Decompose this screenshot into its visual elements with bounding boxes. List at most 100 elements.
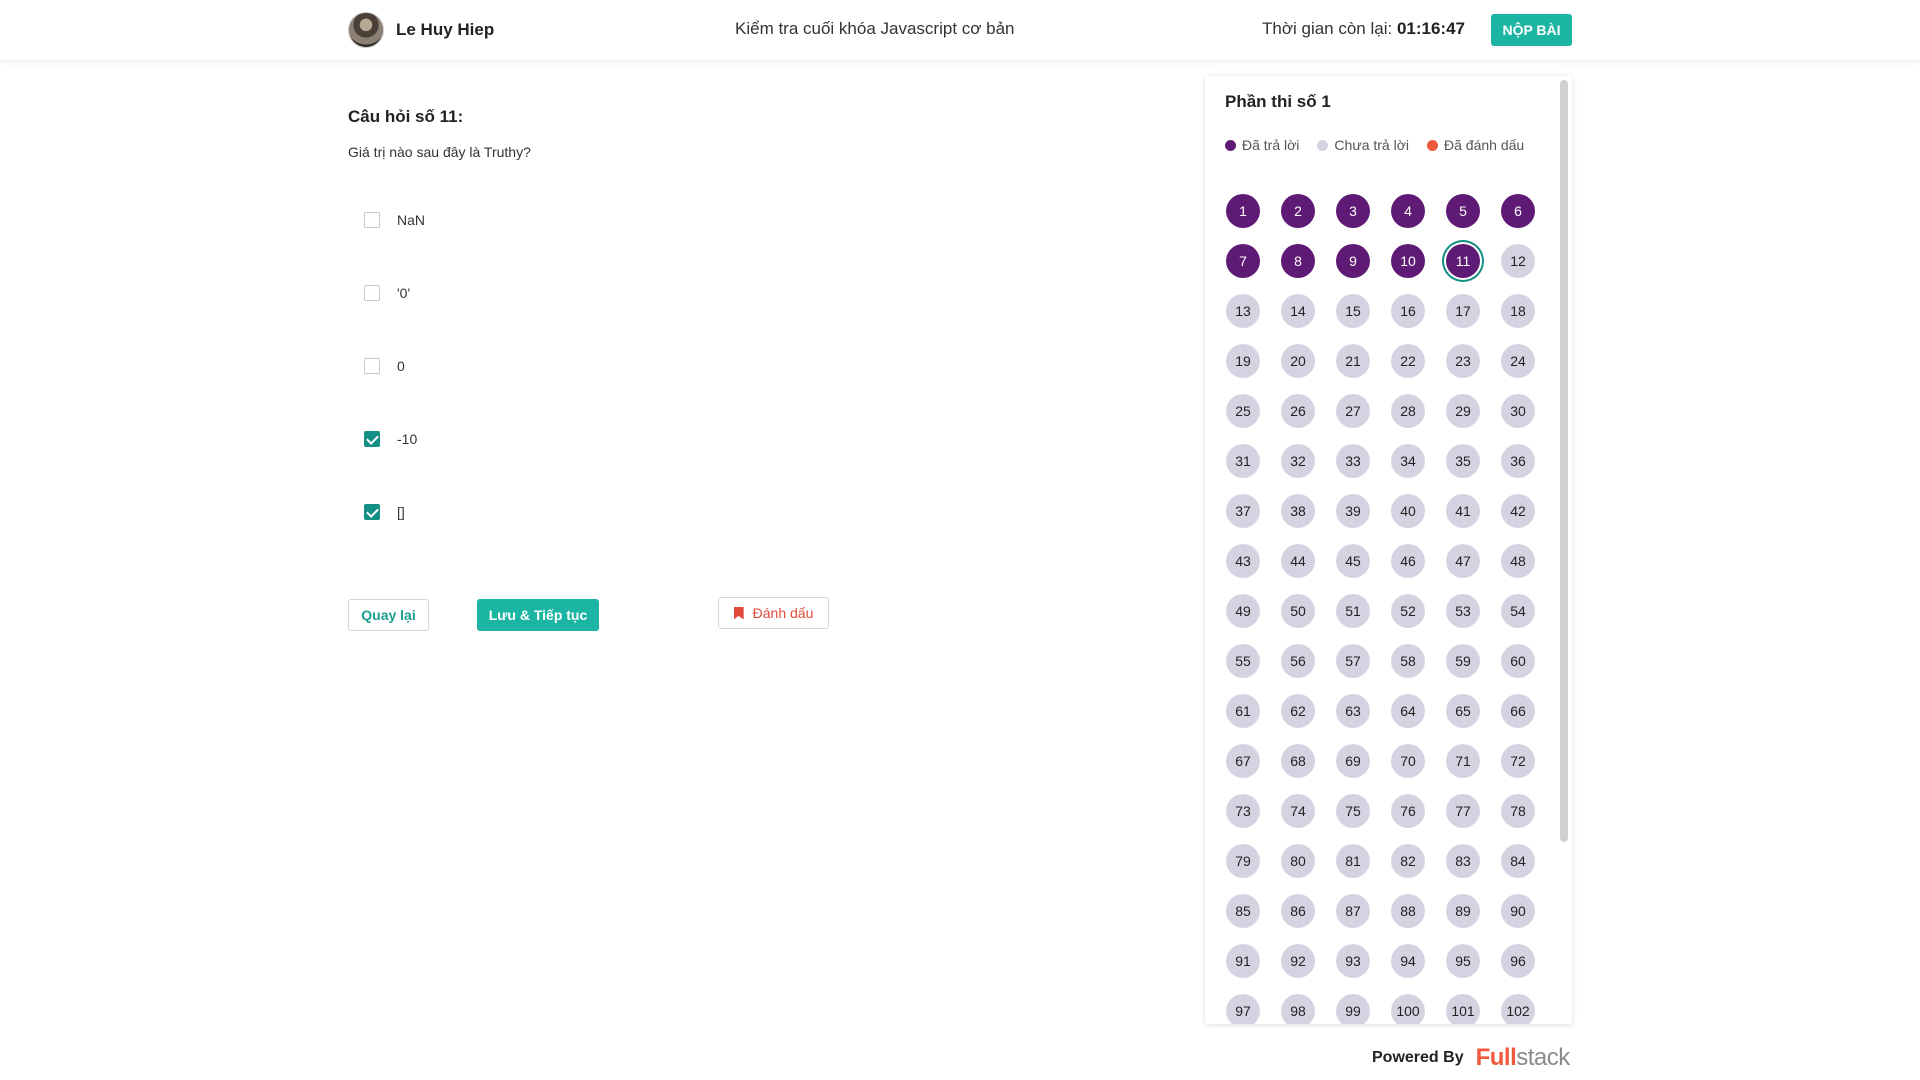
question-number-75[interactable]: 75 [1336, 794, 1370, 828]
question-number-69[interactable]: 69 [1336, 744, 1370, 778]
question-number-5[interactable]: 5 [1446, 194, 1480, 228]
question-number-27[interactable]: 27 [1336, 394, 1370, 428]
question-number-82[interactable]: 82 [1391, 844, 1425, 878]
question-number-57[interactable]: 57 [1336, 644, 1370, 678]
question-number-6[interactable]: 6 [1501, 194, 1535, 228]
save-continue-button[interactable]: Lưu & Tiếp tục [477, 599, 599, 631]
option-item[interactable]: '0' [364, 281, 410, 305]
question-number-55[interactable]: 55 [1226, 644, 1260, 678]
question-number-1[interactable]: 1 [1226, 194, 1260, 228]
question-number-12[interactable]: 12 [1501, 244, 1535, 278]
question-number-35[interactable]: 35 [1446, 444, 1480, 478]
question-number-100[interactable]: 100 [1391, 994, 1425, 1024]
question-number-52[interactable]: 52 [1391, 594, 1425, 628]
question-number-99[interactable]: 99 [1336, 994, 1370, 1024]
question-number-96[interactable]: 96 [1501, 944, 1535, 978]
question-number-23[interactable]: 23 [1446, 344, 1480, 378]
option-checkbox[interactable] [364, 358, 380, 374]
question-number-79[interactable]: 79 [1226, 844, 1260, 878]
question-number-17[interactable]: 17 [1446, 294, 1480, 328]
question-number-39[interactable]: 39 [1336, 494, 1370, 528]
question-number-72[interactable]: 72 [1501, 744, 1535, 778]
question-number-68[interactable]: 68 [1281, 744, 1315, 778]
option-item[interactable]: NaN [364, 208, 425, 232]
question-number-98[interactable]: 98 [1281, 994, 1315, 1024]
question-number-45[interactable]: 45 [1336, 544, 1370, 578]
question-number-78[interactable]: 78 [1501, 794, 1535, 828]
question-number-76[interactable]: 76 [1391, 794, 1425, 828]
question-number-22[interactable]: 22 [1391, 344, 1425, 378]
question-number-15[interactable]: 15 [1336, 294, 1370, 328]
panel-scrollbar[interactable] [1560, 80, 1568, 842]
question-number-87[interactable]: 87 [1336, 894, 1370, 928]
question-number-18[interactable]: 18 [1501, 294, 1535, 328]
question-number-67[interactable]: 67 [1226, 744, 1260, 778]
option-item[interactable]: [] [364, 500, 405, 524]
question-number-83[interactable]: 83 [1446, 844, 1480, 878]
question-number-9[interactable]: 9 [1336, 244, 1370, 278]
question-number-36[interactable]: 36 [1501, 444, 1535, 478]
question-number-20[interactable]: 20 [1281, 344, 1315, 378]
question-number-48[interactable]: 48 [1501, 544, 1535, 578]
question-number-88[interactable]: 88 [1391, 894, 1425, 928]
question-number-50[interactable]: 50 [1281, 594, 1315, 628]
question-number-58[interactable]: 58 [1391, 644, 1425, 678]
question-number-30[interactable]: 30 [1501, 394, 1535, 428]
back-button[interactable]: Quay lại [348, 599, 429, 631]
question-number-10[interactable]: 10 [1391, 244, 1425, 278]
question-number-26[interactable]: 26 [1281, 394, 1315, 428]
option-checkbox[interactable] [364, 285, 380, 301]
question-number-70[interactable]: 70 [1391, 744, 1425, 778]
question-number-31[interactable]: 31 [1226, 444, 1260, 478]
question-number-101[interactable]: 101 [1446, 994, 1480, 1024]
question-number-54[interactable]: 54 [1501, 594, 1535, 628]
question-number-34[interactable]: 34 [1391, 444, 1425, 478]
option-item[interactable]: 0 [364, 354, 405, 378]
question-number-94[interactable]: 94 [1391, 944, 1425, 978]
question-number-63[interactable]: 63 [1336, 694, 1370, 728]
avatar[interactable] [348, 12, 384, 48]
question-number-7[interactable]: 7 [1226, 244, 1260, 278]
question-number-32[interactable]: 32 [1281, 444, 1315, 478]
option-checkbox[interactable] [364, 212, 380, 228]
option-checkbox[interactable] [364, 431, 380, 447]
question-number-53[interactable]: 53 [1446, 594, 1480, 628]
question-number-43[interactable]: 43 [1226, 544, 1260, 578]
question-number-14[interactable]: 14 [1281, 294, 1315, 328]
question-number-16[interactable]: 16 [1391, 294, 1425, 328]
option-checkbox[interactable] [364, 504, 380, 520]
question-number-97[interactable]: 97 [1226, 994, 1260, 1024]
question-number-77[interactable]: 77 [1446, 794, 1480, 828]
question-number-95[interactable]: 95 [1446, 944, 1480, 978]
question-number-3[interactable]: 3 [1336, 194, 1370, 228]
question-number-73[interactable]: 73 [1226, 794, 1260, 828]
question-number-24[interactable]: 24 [1501, 344, 1535, 378]
question-number-91[interactable]: 91 [1226, 944, 1260, 978]
question-number-4[interactable]: 4 [1391, 194, 1425, 228]
question-number-56[interactable]: 56 [1281, 644, 1315, 678]
question-number-86[interactable]: 86 [1281, 894, 1315, 928]
question-number-38[interactable]: 38 [1281, 494, 1315, 528]
question-number-28[interactable]: 28 [1391, 394, 1425, 428]
question-number-29[interactable]: 29 [1446, 394, 1480, 428]
question-number-8[interactable]: 8 [1281, 244, 1315, 278]
question-number-59[interactable]: 59 [1446, 644, 1480, 678]
question-number-74[interactable]: 74 [1281, 794, 1315, 828]
question-number-60[interactable]: 60 [1501, 644, 1535, 678]
question-number-21[interactable]: 21 [1336, 344, 1370, 378]
question-number-41[interactable]: 41 [1446, 494, 1480, 528]
question-number-47[interactable]: 47 [1446, 544, 1480, 578]
question-number-71[interactable]: 71 [1446, 744, 1480, 778]
mark-button[interactable]: Đánh dấu [718, 597, 829, 629]
question-number-65[interactable]: 65 [1446, 694, 1480, 728]
question-number-19[interactable]: 19 [1226, 344, 1260, 378]
question-number-44[interactable]: 44 [1281, 544, 1315, 578]
submit-button[interactable]: NỘP BÀI [1491, 14, 1572, 46]
question-number-85[interactable]: 85 [1226, 894, 1260, 928]
question-number-37[interactable]: 37 [1226, 494, 1260, 528]
question-number-61[interactable]: 61 [1226, 694, 1260, 728]
question-number-25[interactable]: 25 [1226, 394, 1260, 428]
question-number-42[interactable]: 42 [1501, 494, 1535, 528]
question-number-80[interactable]: 80 [1281, 844, 1315, 878]
question-number-81[interactable]: 81 [1336, 844, 1370, 878]
